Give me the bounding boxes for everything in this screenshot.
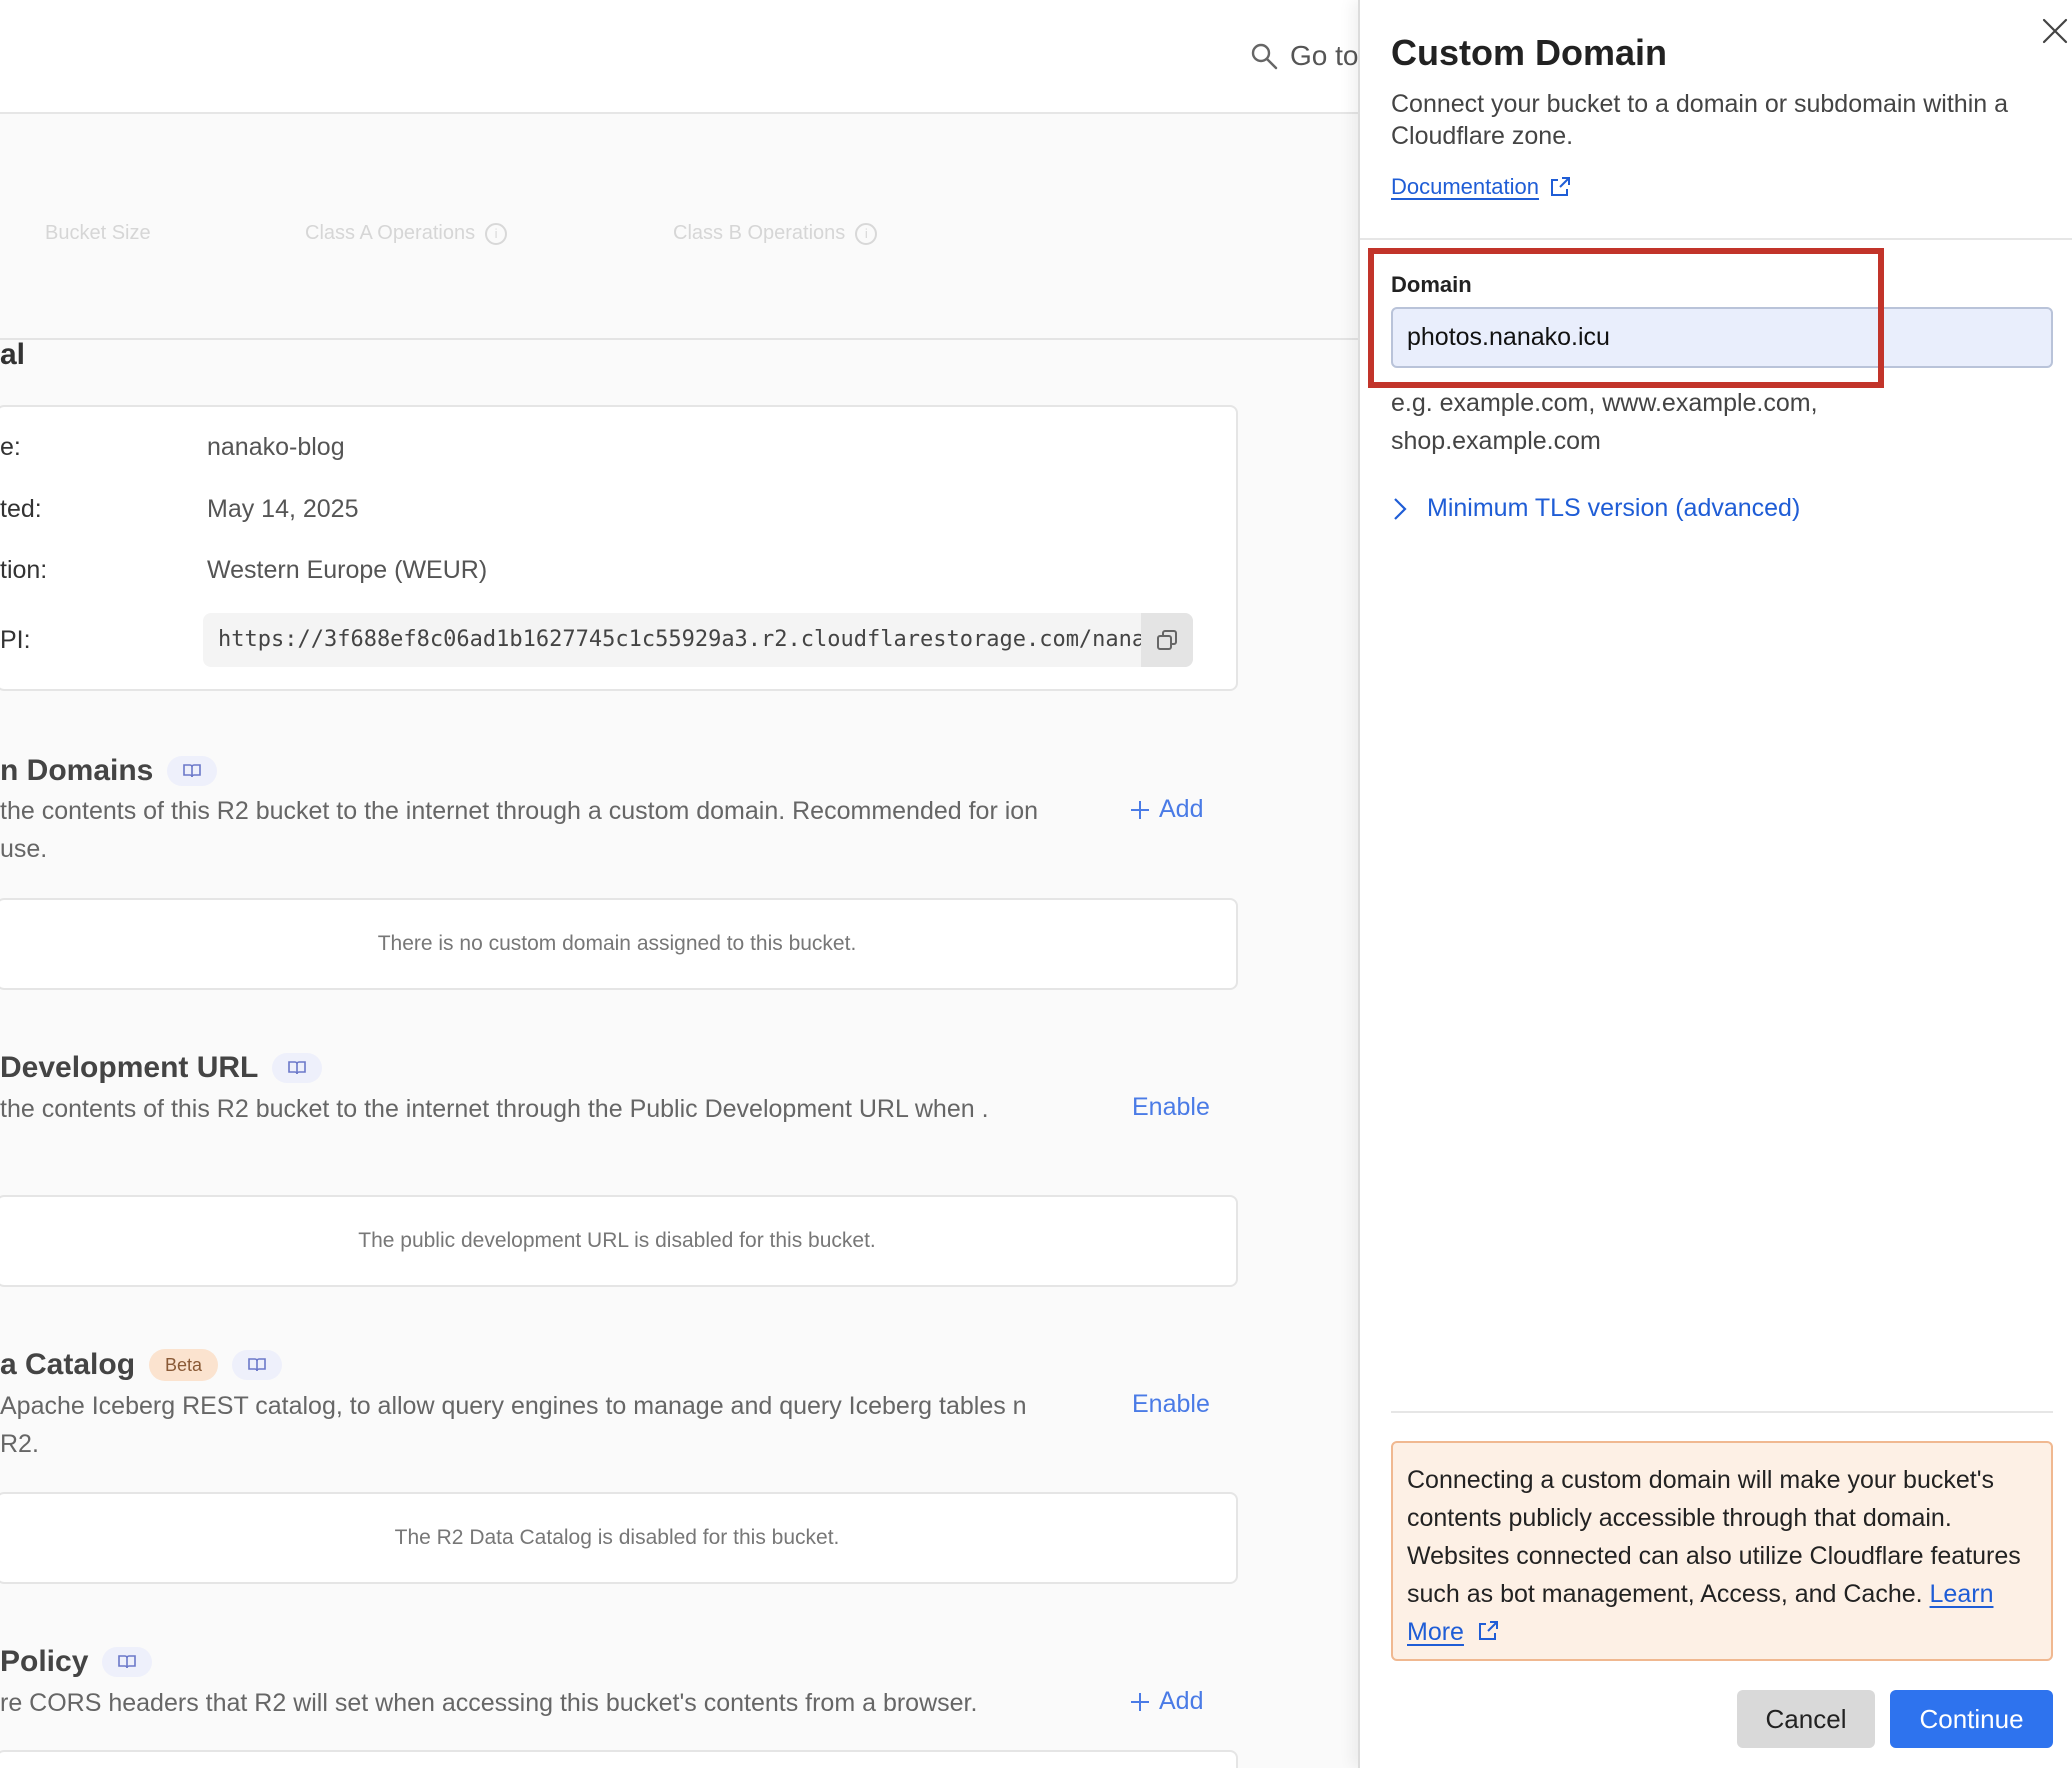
action-label: Enable [1132, 1093, 1210, 1121]
stat-label: Class B Operations [673, 222, 846, 244]
s3-api-url[interactable]: https://3f688ef8c06ad1b1627745c1c55929a3… [218, 627, 1143, 652]
drawer-divider [1360, 238, 2072, 240]
info-icon[interactable]: i [485, 222, 508, 245]
bucket-settings-page: Go to. Bucket Size Class A Operations i … [0, 0, 1360, 1768]
data-catalog-desc: Apache Iceberg REST catalog, to allow qu… [0, 1392, 1027, 1458]
documentation-link-label: Documentation [1391, 174, 1539, 199]
warning-callout: Connecting a custom domain will make you… [1391, 1441, 2053, 1661]
stat-bucket-size: Bucket Size [45, 222, 151, 245]
section-title-text: Development URL [0, 1051, 259, 1084]
cors-policy-title: Policy [0, 1645, 153, 1679]
action-label: Add [1159, 795, 1204, 823]
s3-api-url-box: https://3f688ef8c06ad1b1627745c1c55929a3… [203, 613, 1193, 667]
stat-class-a: Class A Operations i [305, 222, 508, 245]
section-title-text: a Catalog [0, 1348, 136, 1381]
info-icon[interactable]: i [855, 222, 878, 245]
enable-dev-url-button[interactable]: Enable [1132, 1093, 1210, 1122]
book-icon [183, 764, 202, 778]
min-tls-toggle[interactable]: Minimum TLS version (advanced) [1393, 494, 1800, 523]
docs-book-icon[interactable] [232, 1350, 283, 1380]
data-catalog-empty: The R2 Data Catalog is disabled for this… [0, 1492, 1238, 1584]
domain-field-label: Domain [1391, 272, 1472, 297]
footer-divider [1391, 1411, 2053, 1413]
action-label: Add [1159, 1687, 1204, 1715]
copy-button[interactable] [1141, 613, 1193, 667]
dev-url-title: Development URL [0, 1051, 323, 1085]
search-icon [1251, 43, 1278, 70]
cors-policy-desc: re CORS headers that R2 will set when ac… [0, 1689, 978, 1717]
plus-icon [1131, 800, 1149, 819]
external-link-icon [1550, 177, 1570, 196]
kv-label-created: ted: [0, 495, 42, 523]
top-bar: Go to. [0, 0, 1360, 114]
enable-data-catalog-button[interactable]: Enable [1132, 1390, 1210, 1419]
domain-hint: e.g. example.com, www.example.com, shop.… [1391, 389, 1818, 455]
add-custom-domain-button[interactable]: Add [1129, 795, 1203, 824]
custom-domains-desc: the contents of this R2 bucket to the in… [0, 797, 1039, 863]
domain-input[interactable] [1391, 307, 2053, 368]
dev-url-desc: the contents of this R2 bucket to the in… [0, 1095, 989, 1123]
bucket-name-value: nanako-blog [207, 433, 345, 461]
location-value: Western Europe (WEUR) [207, 556, 488, 584]
action-label: Enable [1132, 1390, 1210, 1418]
stat-label: Bucket Size [45, 222, 151, 244]
book-icon [248, 1358, 266, 1372]
data-catalog-title: a Catalog Beta [0, 1348, 283, 1382]
book-icon [118, 1655, 137, 1669]
section-title-text: n Domains [0, 754, 154, 787]
close-button[interactable] [2038, 14, 2072, 48]
continue-button[interactable]: Continue [1890, 1690, 2053, 1748]
drawer-title: Custom Domain [1391, 32, 1668, 73]
min-tls-label: Minimum TLS version (advanced) [1427, 494, 1801, 522]
custom-domains-empty: There is no custom domain assigned to th… [0, 898, 1238, 990]
dev-url-empty: The public development URL is disabled f… [0, 1195, 1238, 1287]
custom-domain-drawer: Custom Domain Connect your bucket to a d… [1358, 0, 2072, 1768]
close-icon [2042, 18, 2068, 44]
goto-label: Go to. [1290, 40, 1360, 71]
goto-search[interactable]: Go to. [1250, 40, 1360, 72]
kv-label-location: tion: [0, 556, 48, 584]
section-title-text: Policy [0, 1645, 89, 1678]
general-section-title: al [0, 338, 26, 371]
drawer-subtitle: Connect your bucket to a domain or subdo… [1391, 90, 2009, 150]
documentation-link[interactable]: Documentation [1391, 174, 1571, 200]
copy-icon [1157, 630, 1177, 650]
stat-label: Class A Operations [305, 222, 476, 244]
custom-domains-title: n Domains [0, 754, 218, 788]
chevron-right-icon [1394, 497, 1407, 520]
docs-book-icon[interactable] [102, 1647, 153, 1677]
docs-book-icon[interactable] [167, 756, 218, 786]
plus-icon [1131, 1692, 1149, 1711]
created-date-value: May 14, 2025 [207, 495, 359, 523]
stat-class-b: Class B Operations i [673, 222, 878, 245]
external-link-icon[interactable] [1477, 1620, 1499, 1642]
cors-policy-card [0, 1750, 1238, 1768]
beta-badge: Beta [149, 1349, 219, 1381]
kv-label-s3-api: PI: [0, 626, 31, 654]
docs-book-icon[interactable] [272, 1053, 323, 1083]
book-icon [288, 1061, 307, 1075]
cancel-button[interactable]: Cancel [1737, 1690, 1875, 1748]
add-cors-policy-button[interactable]: Add [1129, 1687, 1203, 1716]
kv-label-name: e: [0, 433, 21, 461]
bucket-stats: Bucket Size Class A Operations i Class B… [0, 116, 1360, 340]
